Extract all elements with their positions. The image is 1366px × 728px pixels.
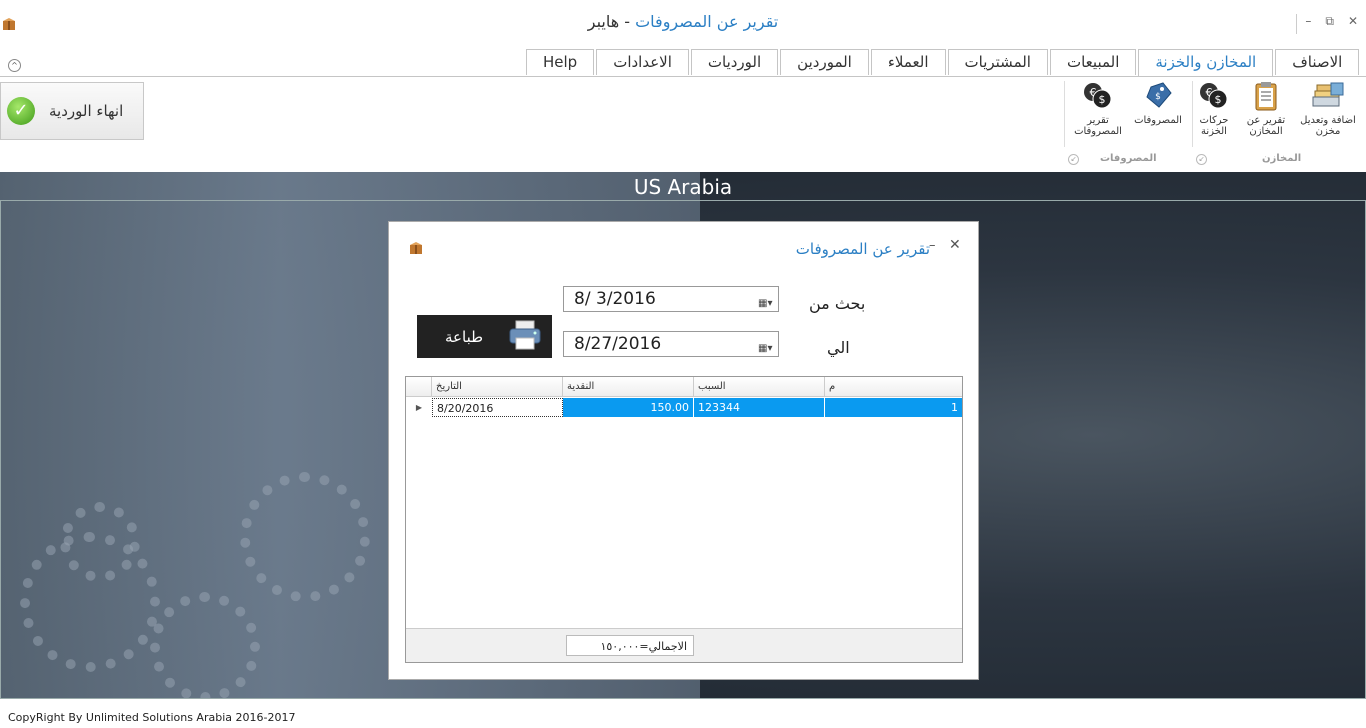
group-launcher-icon[interactable]: ↙ (1068, 154, 1079, 165)
from-date-value: 8/ 3/2016 (574, 289, 656, 309)
add-edit-store-button[interactable]: اضافة وتعديل مخزن (1298, 81, 1358, 147)
from-date-picker[interactable]: 8/ 3/2016 ▦▾ (563, 286, 779, 312)
footer-copyright: CopyRight By Unlimited Solutions Arabia … (8, 711, 296, 724)
total-summary: الاجمالي=١٥٠,٠٠٠ (566, 635, 694, 656)
money-icon: € $ (1197, 81, 1231, 111)
window-controls: – ⧉ ✕ (1305, 14, 1358, 29)
treasury-moves-button[interactable]: € $ حركات الخزنة (1188, 81, 1240, 147)
ribbon-collapse-icon[interactable]: ^ (8, 59, 21, 72)
from-label: بحث من (809, 294, 866, 313)
expenses-grid[interactable]: التاريخ النقدية السبب م ▶ 8/20/2016 150.… (405, 376, 963, 663)
minimize-icon[interactable]: – (929, 238, 936, 253)
clipboard-icon (1249, 81, 1283, 111)
table-cell-reason[interactable]: 123344 (694, 398, 825, 417)
group-launcher-icon[interactable]: ↙ (1196, 154, 1207, 165)
table-cell-date[interactable]: 8/20/2016 (432, 398, 563, 417)
window-title: تقرير عن المصروفات - هايبر (0, 12, 1366, 31)
tab-customers[interactable]: العملاء (870, 49, 946, 75)
to-date-value: 8/27/2016 (574, 334, 662, 354)
expenses-report-button[interactable]: € $ تقرير المصروفات (1068, 81, 1128, 147)
table-cell-cash[interactable]: 150.00 (563, 398, 694, 417)
treasury-moves-label: حركات الخزنة (1199, 115, 1229, 137)
print-button[interactable]: طباعة (417, 315, 552, 358)
store-icon (1311, 81, 1345, 111)
group-label-stores: المخازن (1262, 153, 1302, 164)
row-header-column (406, 377, 432, 397)
expenses-button[interactable]: $ المصروفات (1128, 81, 1188, 147)
close-icon[interactable]: ✕ (949, 237, 961, 253)
calendar-dropdown-icon[interactable]: ▦▾ (758, 337, 774, 354)
column-header-date[interactable]: التاريخ (432, 377, 563, 397)
tab-settings[interactable]: الاعدادات (596, 49, 689, 75)
svg-text:$: $ (1215, 93, 1222, 106)
print-label: طباعة (445, 327, 484, 346)
group-separator (1192, 81, 1193, 147)
dialog-title: تقرير عن المصروفات (795, 240, 930, 258)
group-separator (1064, 81, 1065, 147)
add-edit-store-label: اضافة وتعديل مخزن (1300, 115, 1356, 137)
expenses-report-dialog: تقرير عن المصروفات – ✕ بحث من 8/ 3/2016 … (388, 221, 979, 680)
tab-items[interactable]: الاصناف (1275, 49, 1360, 75)
column-header-no[interactable]: م (825, 377, 962, 397)
stores-report-button[interactable]: تقرير عن المخازن (1236, 81, 1296, 147)
table-cell-no[interactable]: 1 (825, 398, 962, 417)
title-bar: تقرير عن المصروفات - هايبر – ⧉ ✕ (0, 0, 1366, 44)
window-title-main: تقرير عن المصروفات (635, 12, 779, 31)
ribbon-tabs: Help الاعدادات الورديات الموردين العملاء… (526, 49, 1361, 77)
row-indicator-icon[interactable]: ▶ (406, 398, 432, 417)
tab-purchases[interactable]: المشتريات (947, 49, 1048, 75)
calendar-dropdown-icon[interactable]: ▦▾ (758, 292, 774, 309)
column-header-reason[interactable]: السبب (694, 377, 825, 397)
svg-text:$: $ (1155, 92, 1161, 102)
money-icon: € $ (1081, 81, 1115, 111)
end-shift-label: انهاء الوردية (49, 102, 124, 120)
ribbon-group-labels: المخازن ↙ المصروفات ↙ (0, 150, 1366, 170)
tab-sales[interactable]: المبيعات (1049, 49, 1137, 75)
printer-icon (508, 319, 542, 355)
tab-suppliers[interactable]: الموردين (780, 49, 869, 75)
window-title-suffix: هايبر (587, 12, 620, 31)
tab-stores-treasury[interactable]: المخازن والخزنة (1138, 49, 1274, 77)
title-separator (1296, 14, 1297, 34)
expenses-report-label: تقرير المصروفات (1074, 115, 1122, 137)
group-label-expenses: المصروفات (1100, 153, 1157, 164)
to-date-picker[interactable]: 8/27/2016 ▦▾ (563, 331, 779, 357)
stores-report-label: تقرير عن المخازن (1246, 115, 1286, 137)
checkmark-icon: ✓ (7, 97, 35, 125)
app-icon (409, 240, 423, 254)
close-icon[interactable]: ✕ (1348, 14, 1358, 29)
svg-text:$: $ (1099, 93, 1106, 106)
price-tag-icon: $ (1141, 81, 1175, 111)
column-header-cash[interactable]: النقدية (563, 377, 694, 397)
ribbon: اضافة وتعديل مخزن تقرير عن المخازن € $ حر… (0, 77, 1366, 151)
grid-footer: الاجمالي=١٥٠,٠٠٠ (406, 628, 962, 662)
minimize-icon[interactable]: – (1305, 14, 1311, 29)
end-shift-button[interactable]: ✓ انهاء الوردية (0, 82, 144, 140)
window-title-sep: - (619, 12, 636, 31)
to-label: الي (827, 338, 850, 357)
company-banner: US Arabia (633, 175, 733, 199)
tab-shifts[interactable]: الورديات (690, 49, 779, 75)
restore-icon[interactable]: ⧉ (1325, 14, 1334, 29)
expenses-label: المصروفات (1134, 115, 1182, 126)
tab-help[interactable]: Help (526, 49, 595, 75)
